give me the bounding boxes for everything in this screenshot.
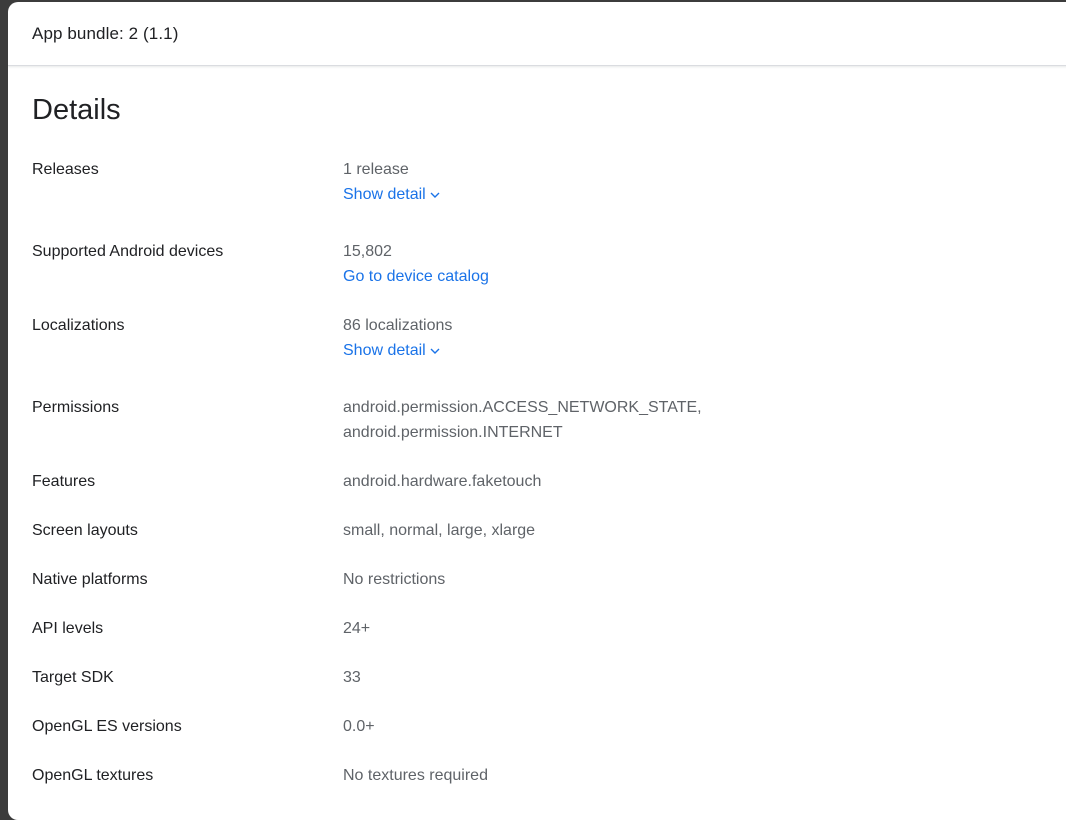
detail-label: API levels [32, 620, 104, 637]
detail-row-screen-layouts: Screen layouts small, normal, large, xla… [32, 518, 1066, 543]
localizations-count: 86 localizations [343, 317, 453, 334]
detail-label: Features [32, 473, 96, 490]
detail-label: OpenGL textures [32, 767, 154, 784]
detail-value: 0.0+ [343, 718, 375, 735]
detail-label: Permissions [32, 399, 120, 416]
releases-show-detail-link[interactable]: Show detail [343, 182, 441, 207]
app-bundle-dialog: App bundle: 2 (1.1) Details Releases 1 r… [8, 2, 1066, 820]
permission-item: android.permission.INTERNET [343, 424, 563, 441]
detail-label: Supported Android devices [32, 243, 224, 260]
detail-row-api-levels: API levels 24+ [32, 616, 1066, 641]
detail-value: No textures required [343, 767, 488, 784]
device-count: 15,802 [343, 243, 392, 260]
localizations-show-detail-link[interactable]: Show detail [343, 338, 441, 363]
detail-row-target-sdk: Target SDK 33 [32, 665, 1066, 690]
show-detail-label: Show detail [343, 186, 426, 203]
detail-label: Releases [32, 161, 99, 178]
detail-value: 33 [343, 669, 361, 686]
detail-row-features: Features android.hardware.faketouch [32, 469, 1066, 494]
detail-row-opengl-es-versions: OpenGL ES versions 0.0+ [32, 714, 1066, 739]
details-section: Details Releases 1 release Show detail S… [8, 66, 1066, 788]
details-heading: Details [32, 94, 121, 126]
dialog-title: App bundle: 2 (1.1) [32, 23, 179, 43]
dialog-header: App bundle: 2 (1.1) [8, 2, 1066, 66]
detail-value: 86 localizations Show detail [343, 313, 452, 363]
detail-value: 24+ [343, 620, 371, 637]
detail-value: 1 release Show detail [343, 157, 441, 207]
detail-value: 15,802 Go to device catalog [343, 239, 489, 289]
chevron-down-icon [430, 192, 440, 198]
device-catalog-link[interactable]: Go to device catalog [343, 264, 489, 289]
detail-label: OpenGL ES versions [32, 718, 182, 735]
detail-label: Native platforms [32, 571, 148, 588]
detail-label: Screen layouts [32, 522, 138, 539]
detail-row-native-platforms: Native platforms No restrictions [32, 567, 1066, 592]
releases-count: 1 release [343, 161, 409, 178]
detail-row-permissions: Permissions android.permission.ACCESS_NE… [32, 395, 1066, 445]
chevron-down-icon [430, 348, 440, 354]
detail-value: android.hardware.faketouch [343, 473, 542, 490]
detail-value: small, normal, large, xlarge [343, 522, 536, 539]
detail-row-supported-devices: Supported Android devices 15,802 Go to d… [32, 239, 1066, 289]
detail-row-releases: Releases 1 release Show detail [32, 157, 1066, 207]
detail-label: Target SDK [32, 669, 114, 686]
show-detail-label: Show detail [343, 342, 426, 359]
detail-row-opengl-textures: OpenGL textures No textures required [32, 763, 1066, 788]
detail-value: android.permission.ACCESS_NETWORK_STATE,… [343, 395, 702, 445]
detail-row-localizations: Localizations 86 localizations Show deta… [32, 313, 1066, 363]
permission-item: android.permission.ACCESS_NETWORK_STATE, [343, 399, 702, 416]
detail-value: No restrictions [343, 571, 446, 588]
detail-label: Localizations [32, 317, 125, 334]
